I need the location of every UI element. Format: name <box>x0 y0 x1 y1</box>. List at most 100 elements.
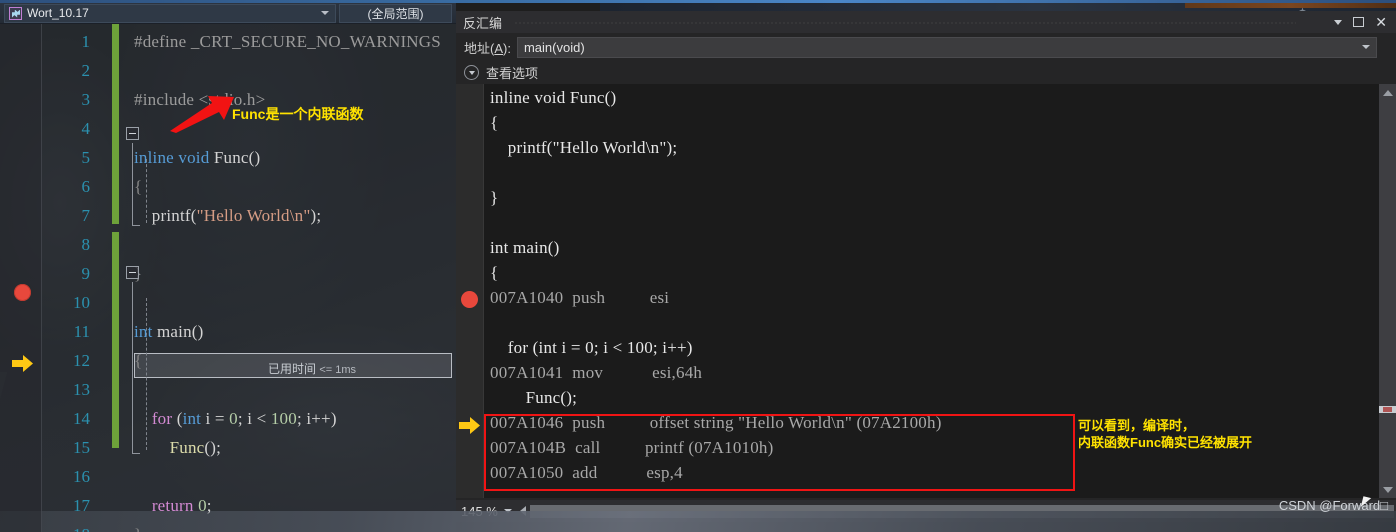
source-text: int main() <box>490 238 560 257</box>
disassembly-blank-row <box>490 163 1396 188</box>
instruction-mnemonic: mov <box>563 363 653 382</box>
disassembly-code-area[interactable]: inline void Func() { printf("Hello World\… <box>456 84 1396 498</box>
line-number: 17 <box>73 495 90 515</box>
instruction-address: 007A1040 <box>490 288 564 307</box>
breakpoint-marker[interactable] <box>14 284 31 301</box>
disassembly-source-row: { <box>490 113 1396 138</box>
scope-guide-main-foot <box>132 453 140 454</box>
scope-guide-func-foot <box>132 225 140 226</box>
code-text: for (int i = 0; i < 100; i++) <box>151 408 337 428</box>
current-instruction-arrow-icon <box>12 355 33 372</box>
project-dropdown[interactable]: Wort_10.17 <box>4 3 336 23</box>
elapsed-time-value: <= 1ms <box>319 364 357 376</box>
disassembly-window: 反汇编 ✕ 地址(A): main(void) 查看选项 inline void… <box>456 11 1396 532</box>
code-line[interactable]: 15 Func(); <box>0 433 456 462</box>
source-text: inline void Func() <box>490 88 617 107</box>
titlebar-drag-dots[interactable] <box>514 21 1296 24</box>
line-number: 13 <box>73 379 90 399</box>
scope-guide-func <box>132 143 133 225</box>
current-instruction-arrow-icon <box>459 417 480 434</box>
disassembly-annotation-line2: 内联函数Func确实已经被展开 <box>1078 435 1253 450</box>
line-number: 11 <box>73 321 90 341</box>
chevron-down-icon[interactable] <box>1361 45 1370 49</box>
code-line[interactable]: 16 <box>0 462 456 491</box>
code-line[interactable]: 6{ <box>0 172 456 201</box>
line-number: 8 <box>81 234 91 254</box>
fold-toggle-main[interactable] <box>126 266 139 279</box>
code-text: int main() <box>134 321 204 341</box>
disassembly-blank-row <box>490 313 1396 338</box>
indent-guide-func <box>146 159 147 223</box>
breakpoint-marker[interactable] <box>461 291 478 308</box>
source-text: for (int i = 0; i < 100; i++) <box>490 338 693 357</box>
disassembly-source-row: int main() <box>490 238 1396 263</box>
line-number: 7 <box>81 205 91 225</box>
line-number: 10 <box>73 292 90 312</box>
disassembly-blank-row <box>490 213 1396 238</box>
source-text: printf("Hello World\n"); <box>490 138 678 157</box>
scroll-position-marker[interactable] <box>1379 406 1396 413</box>
address-label: 地址(A): <box>464 40 511 56</box>
code-line[interactable]: 17 return 0; <box>0 491 456 520</box>
disassembly-source-row: for (int i = 0; i < 100; i++) <box>490 338 1396 363</box>
disassembly-instruction-row: 007A1040 push esi <box>490 288 1396 313</box>
close-icon[interactable]: ✕ <box>1375 15 1387 29</box>
editor-navigation-bar: Wort_10.17 (全局范围) <box>0 3 456 24</box>
instruction-mnemonic: push <box>563 288 650 307</box>
code-line[interactable]: 10 <box>0 288 456 317</box>
scroll-down-icon[interactable] <box>1379 481 1396 498</box>
address-value: main(void) <box>523 39 585 55</box>
line-number: 14 <box>73 408 90 428</box>
code-line[interactable]: 9} <box>0 259 456 288</box>
code-line[interactable]: 12 { <box>0 346 456 375</box>
view-options-row[interactable]: 查看选项 <box>456 61 1396 83</box>
line-number: 4 <box>81 118 91 138</box>
fold-toggle-func[interactable] <box>126 127 139 140</box>
scope-dropdown[interactable]: (全局范围) <box>339 3 452 23</box>
disassembly-source-row: printf("Hello World\n"); <box>490 138 1396 163</box>
code-line[interactable]: 5 inline void Func() <box>0 143 456 172</box>
source-text: Func(); <box>490 388 578 407</box>
code-text: #define _CRT_SECURE_NO_WARNINGS <box>134 31 441 51</box>
code-line[interactable]: 13 <box>0 375 456 404</box>
source-text: } <box>490 188 499 207</box>
chevron-down-icon[interactable] <box>321 11 329 15</box>
code-text: inline void Func() <box>134 147 261 167</box>
chevron-down-icon[interactable] <box>1334 19 1343 25</box>
code-line[interactable]: 14 for (int i = 0; i < 100; i++) <box>0 404 456 433</box>
code-line[interactable]: 18} <box>0 520 456 532</box>
code-text: Func(); <box>169 437 222 457</box>
code-text: { <box>134 350 143 370</box>
disassembly-source-row: } <box>490 188 1396 213</box>
disassembly-vertical-scrollbar[interactable] <box>1379 84 1396 498</box>
chevron-down-circle-icon[interactable] <box>464 64 479 80</box>
scope-guide-main <box>132 282 133 453</box>
disassembly-titlebar[interactable]: 反汇编 ✕ <box>456 11 1396 33</box>
line-number: 2 <box>81 60 91 80</box>
line-number: 1 <box>81 31 91 51</box>
line-number: 16 <box>73 466 90 486</box>
project-dropdown-value: Wort_10.17 <box>27 6 89 20</box>
editor-annotation-text: Func是一个内联函数 <box>232 106 364 122</box>
line-number: 5 <box>81 147 91 167</box>
elapsed-time-hint: 已用时间 <= 1ms <box>268 360 356 377</box>
address-input[interactable]: main(void) <box>516 36 1377 58</box>
highlight-box-inlined-code <box>484 414 1075 491</box>
background-window-orange-strip <box>1185 3 1396 8</box>
code-line[interactable]: 1 #define _CRT_SECURE_NO_WARNINGS <box>0 27 456 56</box>
elapsed-time-label: 已用时间 <box>268 362 317 376</box>
code-line[interactable]: 8 <box>0 230 456 259</box>
view-options-label: 查看选项 <box>486 65 539 81</box>
instruction-operands: esi,64h <box>652 363 703 382</box>
watermark-text: CSDN @Forward□ <box>1278 498 1388 513</box>
code-line[interactable]: 2 <box>0 56 456 85</box>
code-text: printf("Hello World\n"); <box>134 205 322 225</box>
code-line[interactable]: 7 printf("Hello World\n"); <box>0 201 456 230</box>
scroll-up-icon[interactable] <box>1379 84 1396 101</box>
address-row: 地址(A): main(void) <box>456 35 1396 59</box>
disassembly-title: 反汇编 <box>463 15 503 31</box>
code-line[interactable]: 11 int main() <box>0 317 456 346</box>
maximize-icon[interactable] <box>1353 17 1365 27</box>
source-text: { <box>490 113 499 132</box>
disassembly-annotation-line1: 可以看到，编译时， <box>1078 418 1196 433</box>
